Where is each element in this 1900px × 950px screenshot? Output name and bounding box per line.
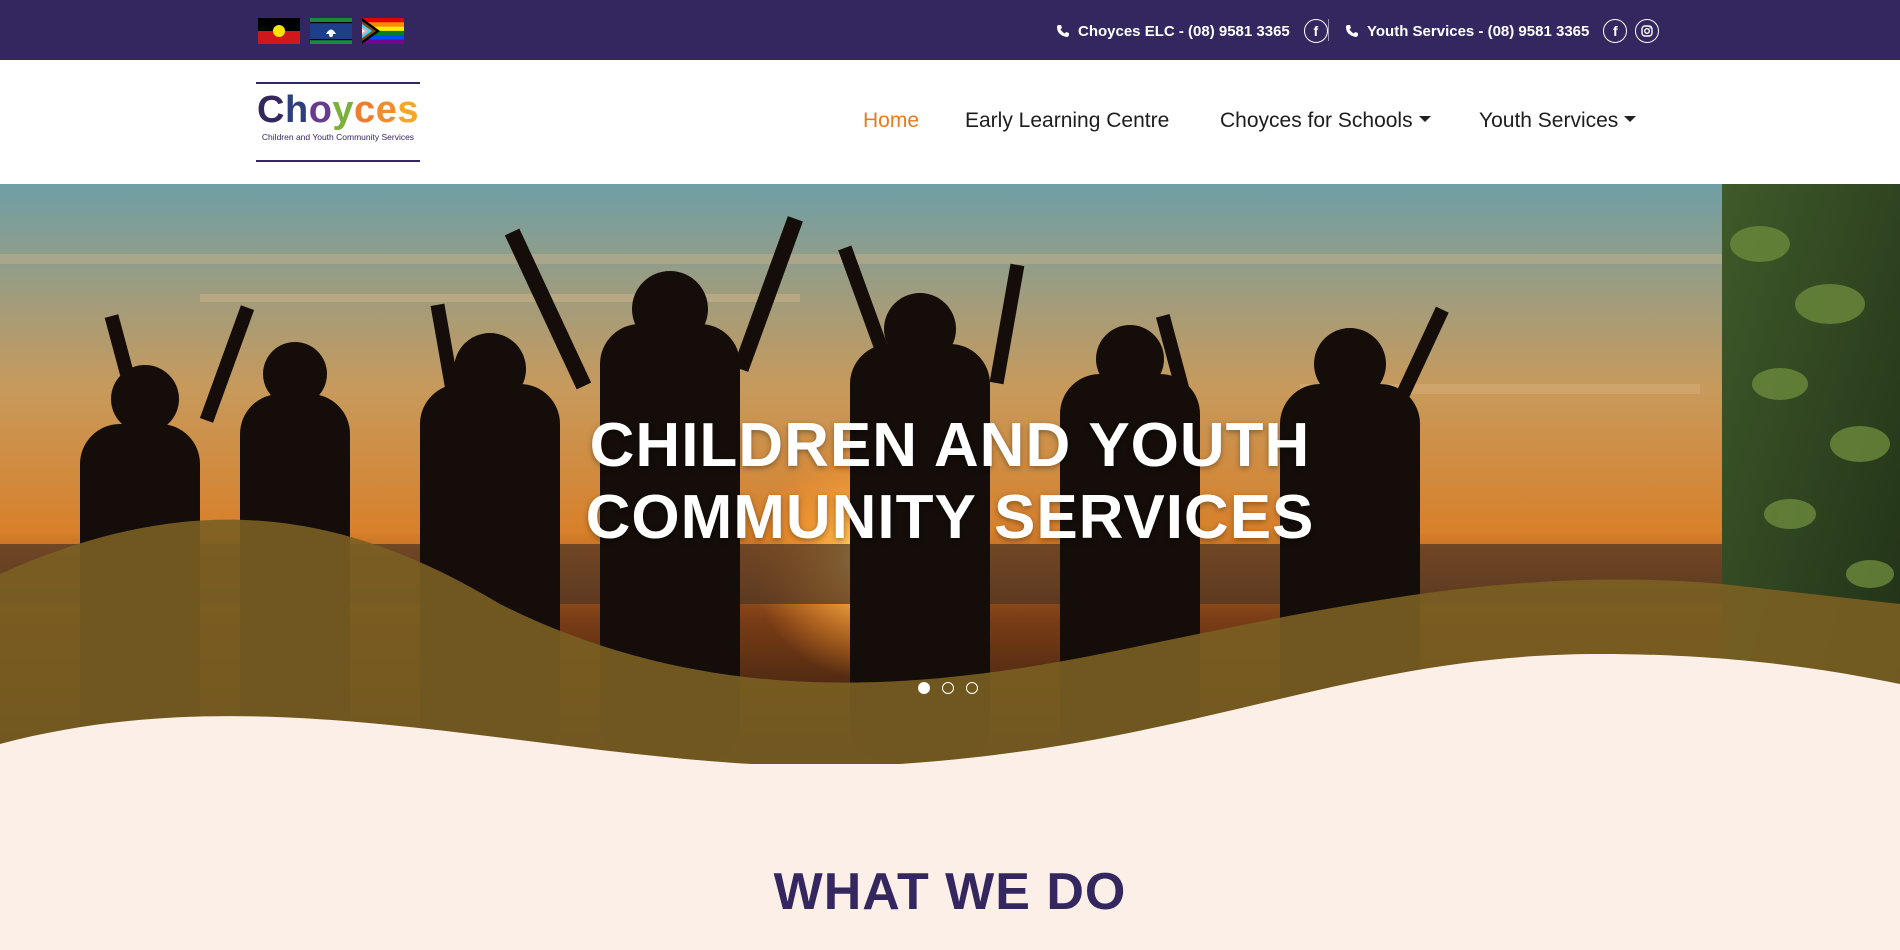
top-bar: Choyces ELC - (08) 9581 3365 f Youth Ser…	[0, 0, 1900, 60]
progress-pride-flag-icon	[362, 18, 404, 44]
nav-choyces-for-schools-label: Choyces for Schools	[1220, 109, 1413, 132]
contact-youth-services: Youth Services - (08) 9581 3365 f	[1345, 19, 1660, 43]
hero-title-line1: CHILDREN AND YOUTH	[589, 411, 1311, 480]
facebook-icon[interactable]: f	[1603, 19, 1628, 43]
aboriginal-flag-icon	[258, 18, 300, 44]
hero-title: CHILDREN AND YOUTH COMMUNITY SERVICES	[0, 410, 1900, 554]
contact-elc: Choyces ELC - (08) 9581 3365 f	[1056, 19, 1328, 43]
nav-early-learning-centre[interactable]: Early Learning Centre	[965, 109, 1169, 133]
facebook-icon[interactable]: f	[1303, 19, 1328, 43]
instagram-icon[interactable]	[1635, 19, 1660, 43]
carousel-dot-2[interactable]	[942, 682, 954, 694]
contact-elc-label[interactable]: Choyces ELC - (08) 9581 3365	[1078, 23, 1290, 40]
divider	[1328, 19, 1329, 41]
chevron-down-icon	[1418, 116, 1431, 123]
chevron-down-icon	[1624, 116, 1637, 123]
nav-youth-services-label: Youth Services	[1479, 109, 1619, 132]
section-title: WHAT WE DO	[773, 863, 1127, 921]
contact-youth-label[interactable]: Youth Services - (08) 9581 3365	[1367, 23, 1589, 40]
flags-group	[258, 18, 404, 44]
nav-choyces-for-schools[interactable]: Choyces for Schools	[1220, 109, 1431, 133]
instagram-glyph	[1641, 25, 1654, 37]
torres-strait-islander-flag-icon	[310, 18, 352, 44]
nav-home[interactable]: Home	[863, 109, 919, 133]
choyces-logo[interactable]: Choyces Children and Youth Community Ser…	[256, 82, 420, 162]
phone-icon	[1057, 25, 1069, 37]
hero-title-line2: COMMUNITY SERVICES	[585, 483, 1315, 552]
phone-icon	[1346, 25, 1358, 37]
carousel-dot-1[interactable]	[918, 682, 930, 694]
carousel-dot-3[interactable]	[966, 682, 978, 694]
logo-subtitle: Children and Youth Community Services	[261, 132, 415, 142]
carousel-dots	[918, 682, 978, 694]
nav-youth-services[interactable]: Youth Services	[1479, 109, 1637, 133]
logo-wordmark: Choyces	[257, 89, 419, 131]
